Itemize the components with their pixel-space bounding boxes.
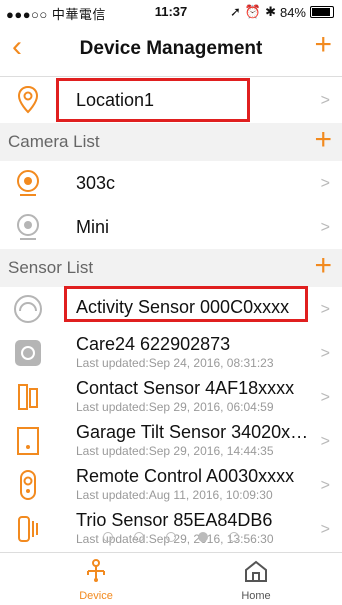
page-indicator[interactable] (0, 530, 342, 545)
location-row[interactable]: Location1 > (0, 77, 342, 124)
add-camera-button[interactable]: + (314, 125, 332, 155)
camera-list-label: Camera List (8, 132, 100, 151)
alarm-icon: ⏰ (244, 4, 262, 19)
sensor-last-updated: Last updated:Sep 29, 2016, 06:04:59 (76, 400, 274, 414)
page-dot[interactable] (229, 532, 240, 542)
chevron-right-icon: > (320, 433, 330, 450)
chevron-right-icon: > (320, 175, 330, 192)
chevron-right-icon: > (320, 345, 330, 362)
bluetooth-icon: ✱ (265, 4, 276, 19)
list-item-sensor[interactable]: Contact Sensor 4AF18xxxx Last updated:Se… (0, 375, 342, 420)
camera-name: Mini (76, 217, 110, 237)
page-dot[interactable] (166, 532, 176, 542)
tab-home-label: Home (241, 590, 271, 602)
sensor-list-label: Sensor List (8, 258, 94, 277)
list-item-sensor[interactable]: Care24 622902873 Last updated:Sep 24, 20… (0, 331, 342, 376)
sensor-last-updated: Last updated:Sep 29, 2016, 14:44:35 (76, 444, 274, 458)
sensor-last-updated: Last updated:Sep 24, 2016, 08:31:23 (76, 356, 274, 370)
sensor-name: Remote Control A0030xxxx (76, 466, 295, 486)
sensor-list-header: Sensor List + (0, 249, 342, 288)
chevron-right-icon: > (320, 389, 330, 406)
sensor-name: Garage Tilt Sensor 34020x… (76, 422, 309, 442)
list-item-sensor[interactable]: Garage Tilt Sensor 34020x… Last updated:… (0, 419, 342, 464)
location-name: Location1 (76, 90, 155, 110)
sensor-last-updated: Last updated:Aug 11, 2016, 10:09:30 (76, 488, 273, 502)
activity-sensor-icon (14, 295, 42, 323)
list-item-sensor[interactable]: Activity Sensor 000C0xxxx > (0, 287, 342, 332)
location-arrow-icon: ➚ (229, 4, 241, 19)
list-item-camera[interactable]: Mini > (0, 205, 342, 250)
add-location-button[interactable]: + (314, 30, 332, 60)
list-item-camera[interactable]: 303c > (0, 161, 342, 206)
page-dot[interactable] (102, 532, 113, 542)
tab-device-label: Device (79, 590, 113, 602)
chevron-right-icon: > (320, 92, 330, 109)
camera-icon (17, 170, 39, 196)
battery-icon (310, 6, 334, 18)
status-right: ➚ ⏰ ✱ 84% (230, 4, 334, 20)
page-dot[interactable] (134, 532, 145, 542)
list-item-sensor[interactable]: Remote Control A0030xxxx Last updated:Au… (0, 463, 342, 508)
sensor-name: Activity Sensor 000C0xxxx (76, 297, 290, 317)
camera-name: 303c (76, 173, 116, 193)
sensor-name: Care24 622902873 (76, 334, 231, 354)
battery-percent: 84% (279, 4, 306, 20)
camera-icon (17, 214, 39, 240)
tab-home[interactable]: Home (216, 559, 296, 602)
page-dot-active[interactable] (197, 532, 208, 542)
sensor-name: Contact Sensor 4AF18xxxx (76, 378, 295, 398)
tab-bar: Device Home (0, 552, 342, 605)
status-bar: ●●●○○ 中華電信 11:37 ➚ ⏰ ✱ 84% (0, 0, 342, 22)
device-hub-icon (87, 559, 105, 582)
sensor-name: Trio Sensor 85EA84DB6 (76, 510, 273, 530)
add-sensor-button[interactable]: + (314, 251, 332, 281)
chevron-right-icon: > (320, 477, 330, 494)
nav-bar: ‹ Device Management + (0, 22, 342, 77)
tilt-sensor-icon (17, 427, 39, 455)
chevron-right-icon: > (320, 219, 330, 236)
tab-device[interactable]: Device (56, 559, 136, 602)
home-icon (245, 560, 267, 582)
chevron-right-icon: > (320, 301, 330, 318)
care-device-icon (15, 340, 41, 366)
location-pin-icon (17, 85, 39, 114)
contact-sensor-icon (18, 384, 38, 410)
camera-list-header: Camera List + (0, 123, 342, 162)
remote-control-icon (20, 470, 36, 500)
page-title: Device Management (79, 38, 263, 59)
